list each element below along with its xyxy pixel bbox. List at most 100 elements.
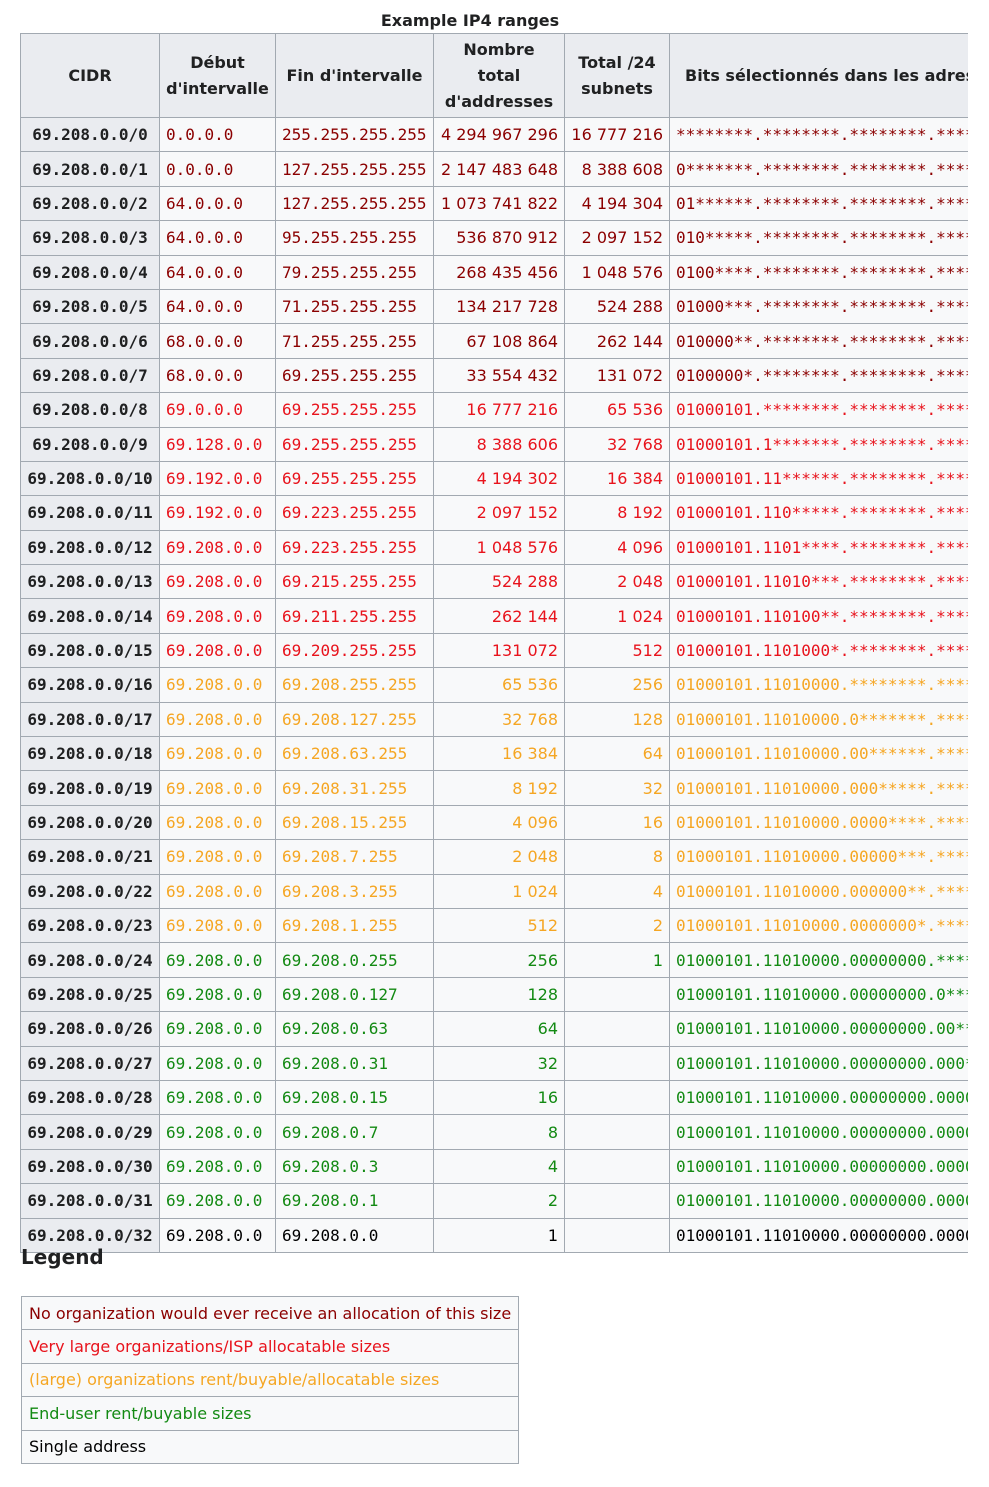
table-row: 69.208.0.0/8 69.0.0.0 69.255.255.255 16 777… <box>20 392 968 428</box>
ip-ranges-table-container: Example IP4 ranges CIDR Début d'interval… <box>20 8 968 1253</box>
cell-end: 255.255.255.255 <box>275 116 434 153</box>
cell-end: 127.255.255.255 <box>275 151 434 187</box>
cell-bits: 01000101.110*****.********.******** <box>669 495 968 531</box>
table-row: 69.208.0.0/7 68.0.0.0 69.255.255.255 33 554… <box>20 357 968 394</box>
cell-count: 16 384 <box>433 736 565 772</box>
cell-count: 16 <box>433 1079 565 1116</box>
cell-subnets: 16 777 216 <box>564 116 670 153</box>
table-row: 69.208.0.0/1 0.0.0.0 127.255.255.255 2 147 … <box>20 151 968 187</box>
cell-start: 64.0.0.0 <box>159 288 276 325</box>
cell-start: 64.0.0.0 <box>159 220 276 256</box>
cell-bits: 01000101.11010***.********.******** <box>669 564 968 600</box>
cell-bits: 01000101.11010000.00000000.******** <box>669 942 968 978</box>
cell-cidr: 69.208.0.0/29 <box>20 1114 160 1150</box>
cell-cidr: 69.208.0.0/25 <box>20 976 160 1013</box>
cell-count: 67 108 864 <box>433 323 565 359</box>
cell-count: 8 192 <box>433 770 565 806</box>
table-row: 69.208.0.0/14 69.208.0.0 69.211.255.255 262… <box>20 598 968 634</box>
cell-cidr: 69.208.0.0/0 <box>20 116 160 153</box>
cell-subnets: 1 048 576 <box>564 254 670 290</box>
cell-count: 4 096 <box>433 804 565 841</box>
cell-end: 69.211.255.255 <box>275 598 434 634</box>
cell-end: 69.223.255.255 <box>275 529 434 566</box>
cell-count: 268 435 456 <box>433 254 565 290</box>
cell-bits: 01000101.********.********.******** <box>669 392 968 428</box>
cell-start: 69.208.0.0 <box>159 632 276 669</box>
cell-count: 134 217 728 <box>433 288 565 325</box>
cell-subnets: 2 048 <box>564 564 670 600</box>
header-cidr: CIDR <box>20 33 160 118</box>
cell-subnets: 1 <box>564 942 670 978</box>
cell-cidr: 69.208.0.0/6 <box>20 323 160 359</box>
cell-end: 69.255.255.255 <box>275 460 434 497</box>
cell-end: 69.208.0.31 <box>275 1045 434 1081</box>
cell-count: 65 536 <box>433 667 565 703</box>
cell-end: 69.215.255.255 <box>275 564 434 600</box>
cell-start: 69.208.0.0 <box>159 529 276 566</box>
table-row: 69.208.0.0/12 69.208.0.0 69.223.255.255 1 0… <box>20 529 968 566</box>
table-row: 69.208.0.0/16 69.208.0.0 69.208.255.255 65 … <box>20 667 968 703</box>
cell-bits: 01000101.11010000.00000000.0000**** <box>669 1079 968 1116</box>
cell-start: 69.208.0.0 <box>159 736 276 772</box>
table-row: 69.208.0.0/15 69.208.0.0 69.209.255.255 131… <box>20 632 968 669</box>
legend-row: (large) organizations rent/buyable/alloc… <box>20 1362 520 1398</box>
cell-count: 2 <box>433 1183 565 1219</box>
cell-subnets: 4 096 <box>564 529 670 566</box>
header-bits: Bits sélectionnés dans les adresses IP <box>669 33 968 118</box>
cell-cidr: 69.208.0.0/9 <box>20 426 160 462</box>
cell-cidr: 69.208.0.0/12 <box>20 529 160 566</box>
table-row: 69.208.0.0/27 69.208.0.0 69.208.0.31 32 0100… <box>20 1045 968 1081</box>
table-row: 69.208.0.0/32 69.208.0.0 69.208.0.0 1 010001… <box>20 1217 968 1253</box>
cell-count: 512 <box>433 907 565 944</box>
cell-subnets: 524 288 <box>564 288 670 325</box>
cell-count: 33 554 432 <box>433 357 565 394</box>
cell-end: 69.208.15.255 <box>275 804 434 841</box>
cell-start: 69.208.0.0 <box>159 598 276 634</box>
cell-end: 69.208.0.127 <box>275 976 434 1013</box>
cell-cidr: 69.208.0.0/31 <box>20 1183 160 1219</box>
cell-end: 69.209.255.255 <box>275 632 434 669</box>
cell-bits: 01000101.11010000.00000***.******** <box>669 839 968 875</box>
cell-start: 69.208.0.0 <box>159 770 276 806</box>
legend-item: Single address <box>20 1429 520 1464</box>
legend-title: Legend <box>21 1245 104 1269</box>
cell-cidr: 69.208.0.0/7 <box>20 357 160 394</box>
cell-subnets: 256 <box>564 667 670 703</box>
cell-bits: 01000101.11010000.********.******** <box>669 667 968 703</box>
table-row: 69.208.0.0/26 69.208.0.0 69.208.0.63 64 0100… <box>20 1011 968 1047</box>
cell-cidr: 69.208.0.0/10 <box>20 460 160 497</box>
cell-cidr: 69.208.0.0/26 <box>20 1011 160 1047</box>
cell-start: 69.208.0.0 <box>159 1183 276 1219</box>
table-row: 69.208.0.0/29 69.208.0.0 69.208.0.7 8 010001… <box>20 1114 968 1150</box>
cell-count: 1 <box>433 1217 565 1253</box>
cell-bits: 01000101.11010000.00000000.00****** <box>669 1011 968 1047</box>
cell-cidr: 69.208.0.0/30 <box>20 1148 160 1185</box>
cell-end: 69.208.3.255 <box>275 873 434 909</box>
cell-end: 69.208.0.7 <box>275 1114 434 1150</box>
table-row: 69.208.0.0/10 69.192.0.0 69.255.255.255 4 1… <box>20 460 968 497</box>
cell-cidr: 69.208.0.0/23 <box>20 907 160 944</box>
cell-bits: 0100000*.********.********.******** <box>669 357 968 394</box>
cell-bits: 010*****.********.********.******** <box>669 220 968 256</box>
cell-subnets: 16 <box>564 804 670 841</box>
table-row: 69.208.0.0/23 69.208.0.0 69.208.1.255 512 2 0… <box>20 907 968 944</box>
legend-row: End-user rent/buyable sizes <box>20 1396 520 1431</box>
cell-bits: 01000101.11010000.00******.******** <box>669 736 968 772</box>
cell-start: 69.208.0.0 <box>159 564 276 600</box>
table-row: 69.208.0.0/17 69.208.0.0 69.208.127.255 32 … <box>20 701 968 738</box>
cell-cidr: 69.208.0.0/5 <box>20 288 160 325</box>
table-row: 69.208.0.0/3 64.0.0.0 95.255.255.255 536 87… <box>20 220 968 256</box>
cell-subnets: 8 388 608 <box>564 151 670 187</box>
cell-count: 8 <box>433 1114 565 1150</box>
cell-count: 8 388 606 <box>433 426 565 462</box>
cell-end: 69.255.255.255 <box>275 426 434 462</box>
cell-bits: 01000101.11010000.0000****.******** <box>669 804 968 841</box>
cell-bits: 01000101.11010000.00000000.0000000* <box>669 1183 968 1219</box>
cell-bits: 01000101.11010000.00000000.000000** <box>669 1148 968 1185</box>
table-row: 69.208.0.0/0 0.0.0.0 255.255.255.255 4 294 … <box>20 116 968 153</box>
cell-bits: 01000101.11010000.00000000.0******* <box>669 976 968 1013</box>
cell-cidr: 69.208.0.0/21 <box>20 839 160 875</box>
cell-count: 2 048 <box>433 839 565 875</box>
cell-subnets <box>564 1045 670 1081</box>
cell-end: 69.255.255.255 <box>275 357 434 394</box>
